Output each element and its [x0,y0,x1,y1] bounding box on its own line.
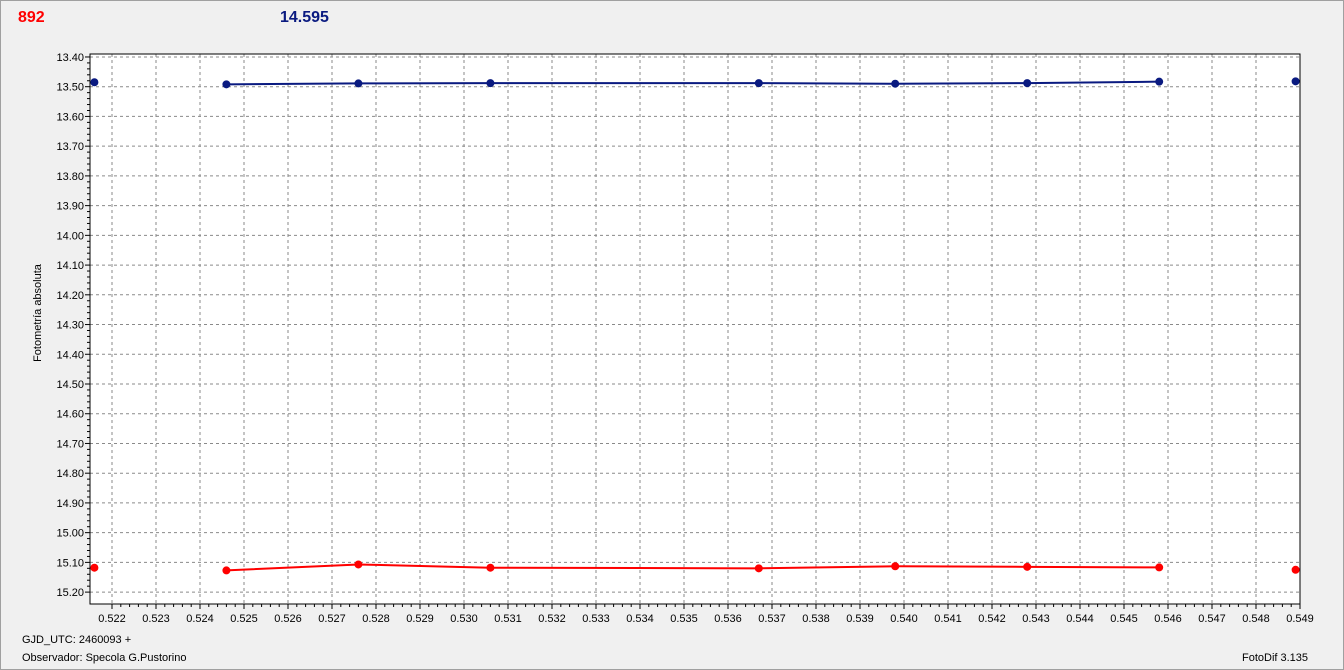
x-tick-label: 0.542 [978,613,1006,625]
x-tick-label: 0.536 [714,613,742,625]
y-tick-label: 14.40 [56,349,84,361]
series-1-point[interactable] [486,79,495,88]
series-1-point[interactable] [222,80,231,89]
x-tick-label: 0.532 [538,613,566,625]
series-1-point[interactable] [90,78,99,87]
x-tick-label: 0.539 [846,613,874,625]
x-tick-label: 0.545 [1110,613,1138,625]
x-tick-label: 0.546 [1154,613,1182,625]
gjd-label: GJD_UTC: 2460093 + [22,634,132,646]
x-tick-label: 0.527 [318,613,346,625]
series-1-point[interactable] [1155,77,1164,86]
y-tick-label: 13.60 [56,111,84,123]
x-tick-label: 0.537 [758,613,786,625]
y-tick-label: 14.00 [56,230,84,242]
y-tick-label: 14.60 [56,409,84,421]
x-tick-label: 0.540 [890,613,918,625]
x-tick-label: 0.548 [1242,613,1270,625]
series-1-point[interactable] [1023,79,1032,88]
x-tick-label: 0.538 [802,613,830,625]
series-2-point[interactable] [1155,563,1164,572]
x-tick-label: 0.543 [1022,613,1050,625]
series-1-point[interactable] [354,79,363,88]
series-1-point[interactable] [891,79,900,88]
y-tick-label: 13.80 [56,171,84,183]
x-tick-label: 0.524 [186,613,214,625]
y-tick-label: 13.90 [56,201,84,213]
y-tick-label: 13.70 [56,141,84,153]
x-tick-label: 0.533 [582,613,610,625]
x-tick-label: 0.547 [1198,613,1226,625]
x-tick-label: 0.523 [142,613,170,625]
series-1-point[interactable] [1291,77,1300,86]
x-tick-label: 0.549 [1286,613,1314,625]
x-tick-label: 0.541 [934,613,962,625]
x-tick-label: 0.525 [230,613,258,625]
x-tick-label: 0.528 [362,613,390,625]
y-tick-label: 14.80 [56,468,84,480]
app-version-label: FotoDif 3.135 [1242,652,1309,664]
series-2-point[interactable] [1291,565,1300,574]
series-2-point[interactable] [1023,562,1032,571]
x-tick-label: 0.530 [450,613,478,625]
series-2-point[interactable] [90,563,99,572]
x-tick-label: 0.522 [98,613,126,625]
series-2-point[interactable] [222,566,231,575]
series-2-point[interactable] [754,564,763,573]
x-tick-label: 0.531 [494,613,522,625]
x-tick-label: 0.544 [1066,613,1094,625]
y-tick-label: 14.30 [56,320,84,332]
y-tick-label: 13.40 [56,52,84,64]
x-tick-label: 0.534 [626,613,654,625]
y-tick-label: 13.50 [56,82,84,94]
y-tick-label: 14.90 [56,498,84,510]
series-1-point[interactable] [754,79,763,88]
plot-area [90,54,1300,604]
photometry-chart[interactable]: 13.40 13.50 13.60 13.70 13.80 13.90 14.00 14.10… [0,0,1344,670]
series-2-point[interactable] [486,563,495,572]
x-tick-label: 0.535 [670,613,698,625]
series-2-point[interactable] [891,562,900,571]
x-tick-label: 0.529 [406,613,434,625]
y-tick-label: 14.20 [56,290,84,302]
y-tick-label: 15.00 [56,528,84,540]
y-tick-label: 14.70 [56,438,84,450]
x-tick-label: 0.526 [274,613,302,625]
y-tick-label: 14.50 [56,379,84,391]
y-tick-label: 15.20 [56,587,84,599]
y-tick-label: 14.10 [56,260,84,272]
observer-label: Observador: Specola G.Pustorino [22,652,187,664]
series-2-point[interactable] [354,560,363,569]
y-tick-label: 15.10 [56,557,84,569]
